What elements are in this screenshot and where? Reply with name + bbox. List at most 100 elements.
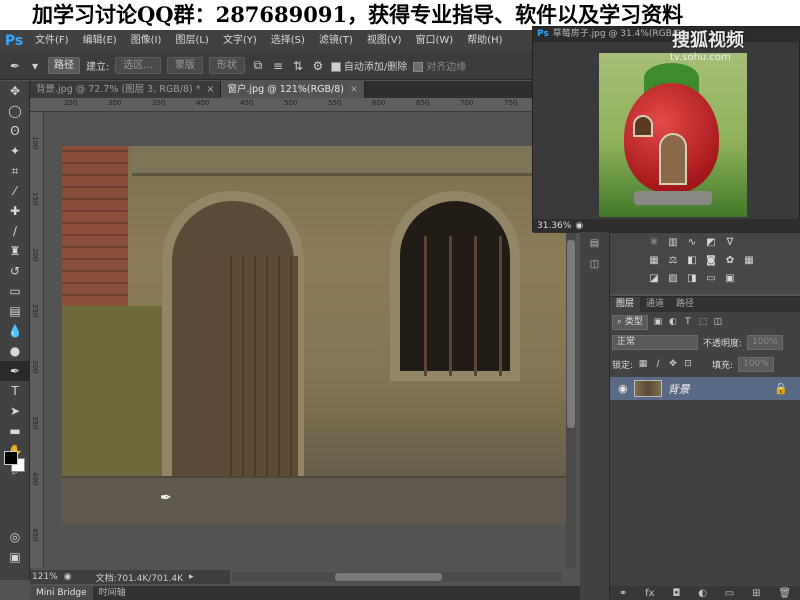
tab-background-document[interactable]: 背景.jpg @ 72.7% (图层 3, RGB/8) * × <box>30 81 222 98</box>
opacity-input[interactable]: 100% <box>747 335 783 350</box>
marquee-tool-icon[interactable]: ◯ <box>0 101 30 121</box>
magic-wand-tool-icon[interactable]: ✦ <box>0 141 30 161</box>
menu-layer[interactable]: 图层(L) <box>168 30 215 52</box>
layer-name[interactable]: 背景 <box>668 381 690 397</box>
pen-tool-icon[interactable]: ✒ <box>8 59 22 73</box>
color-lookup-icon[interactable]: ▦ <box>743 255 755 267</box>
filter-pixel-icon[interactable]: ▣ <box>653 317 663 328</box>
channel-mixer-icon[interactable]: ✿ <box>724 255 736 267</box>
horizontal-scroll-thumb[interactable] <box>335 573 442 581</box>
lock-pixels-icon[interactable]: ∕ <box>653 359 663 370</box>
new-adjustment-layer-icon[interactable]: ◐ <box>698 588 707 599</box>
vertical-scroll-thumb[interactable] <box>567 240 575 428</box>
tab-window-document[interactable]: 窗户.jpg @ 121%(RGB/8) × <box>221 81 365 98</box>
hue-saturation-icon[interactable]: ▦ <box>648 255 660 267</box>
menu-type[interactable]: 文字(Y) <box>216 30 264 52</box>
lock-all-icon[interactable]: ⊡ <box>683 359 693 370</box>
tab-timeline[interactable]: 时间轴 <box>93 586 132 600</box>
document-canvas[interactable]: ✒ <box>62 146 566 524</box>
properties-panel-icon[interactable]: ◫ <box>590 259 599 270</box>
levels-icon[interactable]: ▥ <box>667 237 679 249</box>
brush-tool-icon[interactable]: ∕ <box>0 221 30 241</box>
floating-zoom-level[interactable]: 31.36% <box>537 219 571 233</box>
close-icon[interactable]: × <box>350 81 358 98</box>
eye-icon[interactable]: ◉ <box>618 382 628 395</box>
clone-stamp-tool-icon[interactable]: ♜ <box>0 241 30 261</box>
foreground-color-swatch[interactable] <box>4 451 18 465</box>
layer-filter-dropdown[interactable]: ⌕ 类型 <box>612 315 648 330</box>
move-tool-icon[interactable]: ✥ <box>0 81 30 101</box>
healing-brush-tool-icon[interactable]: ✚ <box>0 201 30 221</box>
curves-icon[interactable]: ∿ <box>686 237 698 249</box>
make-selection-button[interactable]: 选区... <box>115 57 161 74</box>
tab-layers[interactable]: 图层 <box>610 297 641 312</box>
gradient-map-icon[interactable]: ▭ <box>705 273 717 285</box>
tab-paths[interactable]: 路径 <box>670 297 700 312</box>
quick-mask-icon[interactable]: ◎ <box>0 527 30 547</box>
tab-channels[interactable]: 通道 <box>640 297 670 312</box>
type-tool-icon[interactable]: T <box>0 381 30 401</box>
menu-filter[interactable]: 滤镜(T) <box>312 30 360 52</box>
gradient-tool-icon[interactable]: ▤ <box>0 301 30 321</box>
auto-add-delete-checkbox[interactable]: 自动添加/删除 <box>330 58 407 73</box>
path-mode-dropdown[interactable]: 路径 <box>48 57 80 74</box>
menu-edit[interactable]: 编辑(E) <box>76 30 124 52</box>
delete-layer-icon[interactable]: 🗑 <box>778 588 791 599</box>
link-layers-icon[interactable]: ⚭ <box>619 588 627 599</box>
path-selection-tool-icon[interactable]: ➤ <box>0 401 30 421</box>
posterize-icon[interactable]: ▨ <box>667 273 679 285</box>
brightness-contrast-icon[interactable]: ☼ <box>648 237 660 249</box>
zoom-level[interactable]: 121% <box>32 572 58 582</box>
history-panel-icon[interactable]: ▤ <box>590 238 599 249</box>
status-info-icon[interactable]: ◉ <box>64 572 72 582</box>
tab-mini-bridge[interactable]: Mini Bridge <box>30 586 93 600</box>
shape-tool-icon[interactable]: ▬ <box>0 421 30 441</box>
new-layer-icon[interactable]: ⊞ <box>752 588 760 599</box>
eyedropper-tool-icon[interactable]: ⁄ <box>0 181 30 201</box>
path-operations-icon[interactable]: ⧉ <box>251 58 265 73</box>
threshold-icon[interactable]: ◨ <box>686 273 698 285</box>
vibrance-icon[interactable]: ∇ <box>724 237 736 249</box>
status-menu-arrow-icon[interactable]: ▸ <box>189 572 194 582</box>
gear-icon[interactable]: ⚙ <box>311 59 325 73</box>
photo-filter-icon[interactable]: ◙ <box>705 255 717 267</box>
screen-mode-icon[interactable]: ▣ <box>0 547 30 567</box>
blur-tool-icon[interactable]: 💧 <box>0 321 30 341</box>
new-group-icon[interactable]: ▭ <box>725 588 734 599</box>
status-info-icon[interactable]: ◉ <box>575 219 583 233</box>
close-icon[interactable]: × <box>206 81 214 98</box>
menu-select[interactable]: 选择(S) <box>264 30 312 52</box>
crop-tool-icon[interactable]: ⌗ <box>0 161 30 181</box>
filter-smart-object-icon[interactable]: ◫ <box>713 317 723 328</box>
dodge-tool-icon[interactable]: ● <box>0 341 30 361</box>
chevron-down-icon[interactable]: ▾ <box>28 59 42 73</box>
filter-type-icon[interactable]: T <box>683 317 693 328</box>
filter-adjustment-icon[interactable]: ◐ <box>668 317 678 328</box>
path-arrangement-icon[interactable]: ⇅ <box>291 59 305 73</box>
menu-view[interactable]: 视图(V) <box>360 30 409 52</box>
align-edges-checkbox[interactable]: 对齐边缘 <box>413 58 466 73</box>
add-mask-icon[interactable]: ◘ <box>672 588 680 599</box>
selective-color-icon[interactable]: ▣ <box>724 273 736 285</box>
black-white-icon[interactable]: ◧ <box>686 255 698 267</box>
exposure-icon[interactable]: ◩ <box>705 237 717 249</box>
menu-help[interactable]: 帮助(H) <box>460 30 509 52</box>
make-mask-button[interactable]: 蒙版 <box>166 57 203 74</box>
blend-mode-dropdown[interactable]: 正常 <box>612 335 698 350</box>
invert-icon[interactable]: ◪ <box>648 273 660 285</box>
menu-window[interactable]: 窗口(W) <box>408 30 460 52</box>
history-brush-tool-icon[interactable]: ↺ <box>0 261 30 281</box>
color-balance-icon[interactable]: ⚖ <box>667 255 679 267</box>
filter-shape-icon[interactable]: ⬚ <box>698 317 708 328</box>
floating-document-window[interactable]: Ps 草莓房子.jpg @ 31.4%(RGB/8) 31.36% ◉ <box>532 26 800 233</box>
path-alignment-icon[interactable]: ≡ <box>271 59 285 73</box>
floating-window-title[interactable]: Ps 草莓房子.jpg @ 31.4%(RGB/8) <box>533 27 800 42</box>
layer-style-icon[interactable]: fx <box>645 588 654 599</box>
pen-tool-icon[interactable]: ✒ <box>0 361 30 381</box>
fill-input[interactable]: 100% <box>738 357 774 372</box>
lock-transparency-icon[interactable]: ▦ <box>638 359 648 370</box>
menu-file[interactable]: 文件(F) <box>28 30 76 52</box>
layer-row-background[interactable]: ◉ 背景 🔒 <box>610 377 800 400</box>
eraser-tool-icon[interactable]: ▭ <box>0 281 30 301</box>
menu-image[interactable]: 图像(I) <box>124 30 169 52</box>
